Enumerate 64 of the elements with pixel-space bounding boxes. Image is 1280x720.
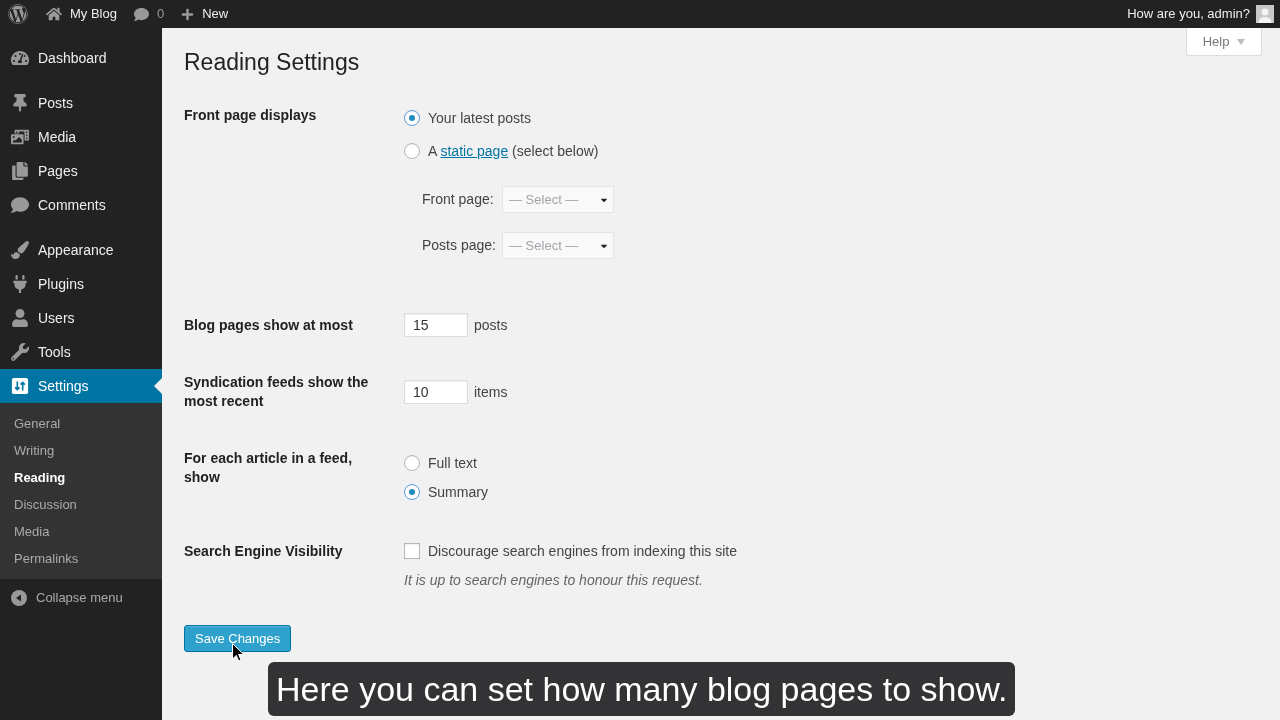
- setting-label: Search Engine Visibility: [184, 542, 344, 561]
- avatar-icon: [1256, 5, 1274, 23]
- pin-icon: [11, 94, 29, 112]
- submenu-item[interactable]: Permalinks: [0, 545, 162, 572]
- setting-label: For each article in a feed, show: [184, 449, 354, 487]
- logo-icon[interactable]: [8, 4, 28, 24]
- checkbox[interactable]: [404, 543, 420, 559]
- site-name-link[interactable]: My Blog: [46, 0, 117, 28]
- caret-down-icon: [1237, 38, 1246, 45]
- comment-icon: [133, 6, 149, 22]
- number-input[interactable]: 10: [404, 380, 468, 404]
- page-title: Reading Settings: [184, 48, 360, 77]
- submenu-item[interactable]: Writing: [0, 437, 162, 464]
- sidebar-item[interactable]: Dashboard: [0, 41, 162, 75]
- account-link[interactable]: How are you, admin?: [1127, 0, 1274, 28]
- checkbox-label: Discourage search engines from indexing this site: [428, 541, 737, 561]
- paintbrush-icon: [11, 241, 29, 259]
- sidebar-item[interactable]: Pages: [0, 154, 162, 188]
- radio-button[interactable]: [404, 455, 420, 471]
- submenu-item[interactable]: Discussion: [0, 491, 162, 518]
- plug-icon: [11, 275, 29, 293]
- field-label: Posts page:: [422, 236, 497, 255]
- home-icon: [46, 6, 62, 22]
- number-input[interactable]: 15: [404, 313, 468, 337]
- submenu-item[interactable]: Reading: [0, 464, 162, 491]
- wrench-icon: [11, 343, 29, 361]
- pointer-arrow-icon: [154, 378, 162, 394]
- subtitle-caption: Here you can set how many blog pages to show.: [268, 662, 1016, 716]
- field-label: Front page:: [422, 190, 495, 209]
- collapse-menu-button[interactable]: Collapse menu: [0, 585, 162, 611]
- radio-button[interactable]: [404, 143, 420, 159]
- setting-label: Syndication feeds show the most recent: [184, 373, 370, 411]
- submenu-item[interactable]: Media: [0, 518, 162, 545]
- unit-label: posts: [474, 315, 508, 335]
- static-page-link[interactable]: static page: [440, 142, 509, 159]
- submenu-item[interactable]: General: [0, 410, 162, 437]
- radio-button[interactable]: [404, 110, 420, 126]
- setting-label: Front page displays: [184, 106, 318, 125]
- sidebar-item[interactable]: Comments: [0, 188, 162, 222]
- option-label: Your latest posts: [428, 108, 531, 128]
- option-label: Full text: [428, 453, 477, 473]
- setting-label: Blog pages show at most: [184, 315, 354, 335]
- sidebar-item[interactable]: Media: [0, 120, 162, 154]
- sidebar-item[interactable]: Users: [0, 301, 162, 335]
- radio-button[interactable]: [404, 484, 420, 500]
- unit-label: items: [474, 382, 508, 402]
- photo-video-icon: [11, 128, 29, 146]
- comment-icon: [11, 196, 29, 214]
- description-text: It is up to search engines to honour this request.: [404, 571, 704, 590]
- gauge-icon: [11, 49, 29, 67]
- option-label: A static page (select below): [428, 141, 599, 161]
- sidebar-item[interactable]: Plugins: [0, 267, 162, 301]
- new-content-link[interactable]: New: [181, 0, 229, 28]
- sidebar-item[interactable]: Settings: [0, 369, 162, 403]
- sidebar-item[interactable]: Tools: [0, 335, 162, 369]
- plus-icon: [181, 7, 195, 21]
- option-label: Summary: [428, 482, 488, 502]
- sidebar-item[interactable]: Appearance: [0, 233, 162, 267]
- sliders-icon: [11, 377, 29, 395]
- documents-icon: [11, 162, 29, 180]
- user-icon: [11, 309, 29, 327]
- help-tab[interactable]: Help: [1186, 28, 1262, 56]
- sidebar-item[interactable]: Posts: [0, 86, 162, 120]
- comments-link[interactable]: 0: [133, 0, 165, 28]
